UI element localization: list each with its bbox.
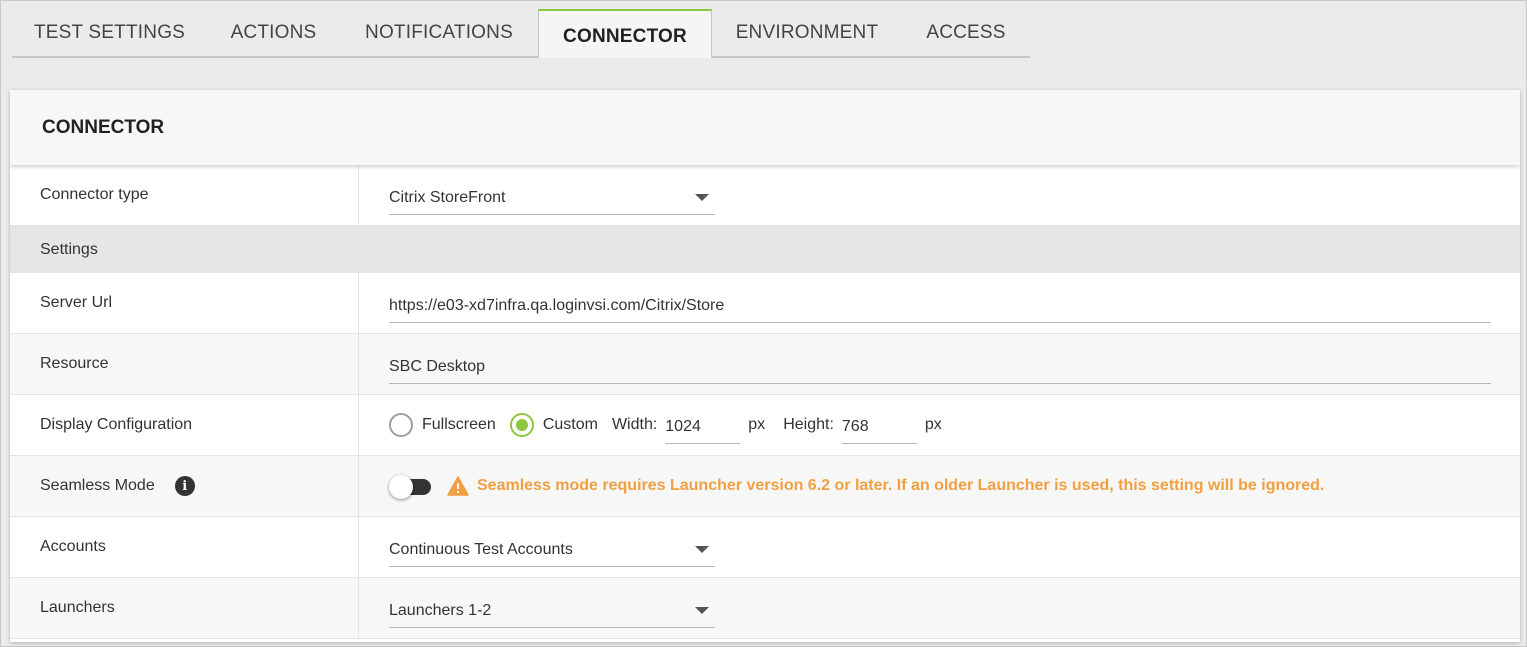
height-label: Height: xyxy=(783,416,834,433)
connector-type-row: Connector type Citrix StoreFront xyxy=(10,165,1520,226)
seamless-mode-warning: Seamless mode requires Launcher version … xyxy=(477,477,1325,494)
seamless-mode-toggle[interactable] xyxy=(389,474,433,499)
custom-label[interactable]: Custom xyxy=(543,416,598,434)
display-configuration-row: Display Configuration Fullscreen Custom … xyxy=(10,395,1520,456)
launchers-label: Launchers xyxy=(10,578,359,638)
width-value: 1024 xyxy=(665,417,701,435)
custom-radio[interactable] xyxy=(509,413,534,437)
resource-row: Resource SBC Desktop xyxy=(10,334,1520,395)
fullscreen-label[interactable]: Fullscreen xyxy=(422,416,496,434)
panel-title: CONNECTOR xyxy=(10,90,1520,165)
server-url-value: https://e03-xd7infra.qa.loginvsi.com/Cit… xyxy=(389,296,725,314)
tab-bar: TEST SETTINGS ACTIONS NOTIFICATIONS CONN… xyxy=(12,9,1030,58)
accounts-select[interactable]: Continuous Test Accounts xyxy=(389,533,715,567)
connector-panel: CONNECTOR Connector type Citrix StoreFro… xyxy=(10,90,1520,642)
chevron-down-icon xyxy=(695,546,709,553)
tab-access[interactable]: ACCESS xyxy=(902,9,1030,56)
width-label: Width: xyxy=(611,416,658,433)
server-url-row: Server Url https://e03-xd7infra.qa.login… xyxy=(10,273,1520,334)
toggle-thumb xyxy=(389,475,413,499)
resource-input[interactable]: SBC Desktop xyxy=(389,350,1491,384)
connector-type-value: Citrix StoreFront xyxy=(389,188,506,206)
tab-actions[interactable]: ACTIONS xyxy=(207,9,340,56)
width-input[interactable]: 1024 xyxy=(665,410,741,444)
settings-section-header: Settings xyxy=(10,226,1520,273)
height-value: 768 xyxy=(841,417,869,435)
connector-type-label: Connector type xyxy=(10,165,359,225)
launchers-row: Launchers Launchers 1-2 xyxy=(10,578,1520,639)
launchers-value: Launchers 1-2 xyxy=(389,601,492,619)
resource-label: Resource xyxy=(10,334,359,394)
chevron-down-icon xyxy=(695,194,709,201)
seamless-mode-row: Seamless Mode i Seamless mode requires L… xyxy=(10,456,1520,517)
fullscreen-radio[interactable] xyxy=(389,413,413,437)
accounts-value: Continuous Test Accounts xyxy=(389,540,573,558)
resource-value: SBC Desktop xyxy=(389,357,486,375)
chevron-down-icon xyxy=(695,607,709,614)
seamless-mode-label-cell: Seamless Mode i xyxy=(10,456,359,516)
info-icon[interactable]: i xyxy=(174,476,195,496)
height-unit: px xyxy=(924,416,942,433)
tab-environment[interactable]: ENVIRONMENT xyxy=(712,9,902,56)
server-url-label: Server Url xyxy=(10,273,359,333)
width-unit: px xyxy=(748,416,766,433)
tab-notifications[interactable]: NOTIFICATIONS xyxy=(340,9,538,56)
server-url-input[interactable]: https://e03-xd7infra.qa.loginvsi.com/Cit… xyxy=(389,289,1491,323)
warning-icon xyxy=(447,476,469,496)
seamless-mode-label: Seamless Mode xyxy=(40,477,155,494)
tab-test-settings[interactable]: TEST SETTINGS xyxy=(12,9,207,56)
tab-connector[interactable]: CONNECTOR xyxy=(538,9,712,58)
connector-type-select[interactable]: Citrix StoreFront xyxy=(389,181,715,215)
display-configuration-label: Display Configuration xyxy=(10,395,359,455)
accounts-label: Accounts xyxy=(10,517,359,577)
height-input[interactable]: 768 xyxy=(841,410,917,444)
accounts-row: Accounts Continuous Test Accounts xyxy=(10,517,1520,578)
launchers-select[interactable]: Launchers 1-2 xyxy=(389,594,715,628)
